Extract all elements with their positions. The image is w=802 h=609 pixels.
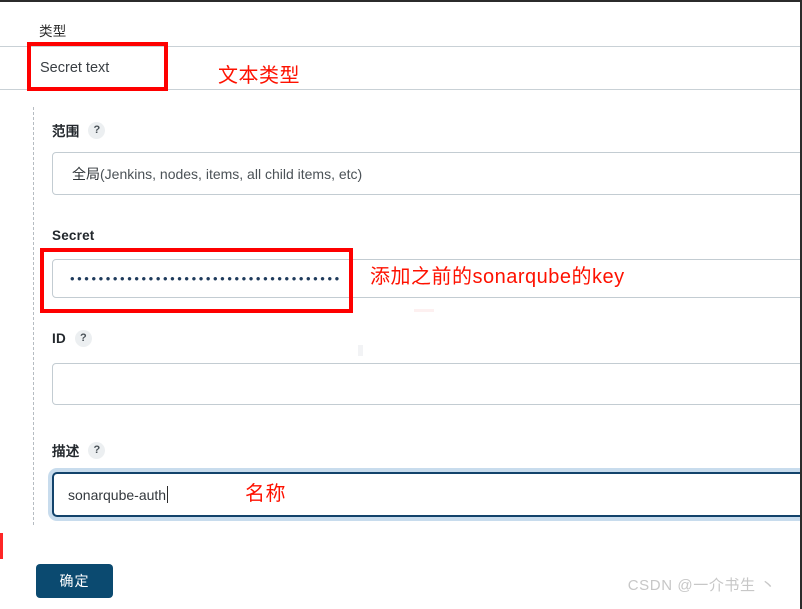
watermark: CSDN @一介书生 丶 bbox=[627, 577, 776, 594]
description-input[interactable]: sonarqube-auth bbox=[52, 472, 800, 517]
help-icon[interactable]: ? bbox=[88, 121, 106, 139]
type-field-label: 类型 bbox=[39, 24, 67, 39]
submit-button[interactable]: 确定 bbox=[36, 564, 113, 598]
annotation-stray-mark bbox=[0, 533, 3, 559]
description-label-text: 描述 bbox=[52, 444, 80, 459]
secret-field-label: Secret bbox=[52, 228, 94, 243]
help-icon[interactable]: ? bbox=[88, 441, 106, 459]
description-field-label: 描述 ? bbox=[52, 440, 106, 460]
render-artifact bbox=[414, 309, 434, 312]
scope-field-label: 范围 ? bbox=[52, 120, 106, 140]
credential-form-screenshot: 类型 Secret text 范围 ? 全局 (Jenkins, nodes, … bbox=[0, 0, 802, 609]
help-icon[interactable]: ? bbox=[74, 330, 92, 347]
form-indent-guide bbox=[33, 107, 34, 525]
description-value: sonarqube-auth bbox=[68, 486, 167, 503]
scope-value-cn: 全局 bbox=[72, 165, 100, 182]
secret-label-text: Secret bbox=[52, 228, 95, 243]
credential-type-selected-value: Secret text bbox=[40, 60, 110, 76]
annotation-text-name: 名称 bbox=[245, 483, 286, 505]
credential-type-select[interactable]: Secret text bbox=[0, 46, 800, 90]
annotation-text-secret: 添加之前的sonarqube的key bbox=[370, 266, 625, 288]
scope-label-text: 范围 bbox=[52, 124, 80, 139]
text-cursor bbox=[167, 486, 169, 503]
scope-select[interactable]: 全局 (Jenkins, nodes, items, all child ite… bbox=[52, 152, 800, 195]
render-artifact bbox=[358, 345, 363, 356]
scope-value-en: (Jenkins, nodes, items, all child items,… bbox=[100, 165, 363, 182]
id-input[interactable] bbox=[52, 363, 800, 405]
annotation-text-type: 文本类型 bbox=[218, 65, 300, 87]
id-label-text: ID bbox=[52, 331, 66, 346]
secret-masked-value: •••••••••••••••••••••••••••••••••••••• bbox=[70, 272, 342, 285]
id-field-label: ID ? bbox=[52, 330, 92, 347]
